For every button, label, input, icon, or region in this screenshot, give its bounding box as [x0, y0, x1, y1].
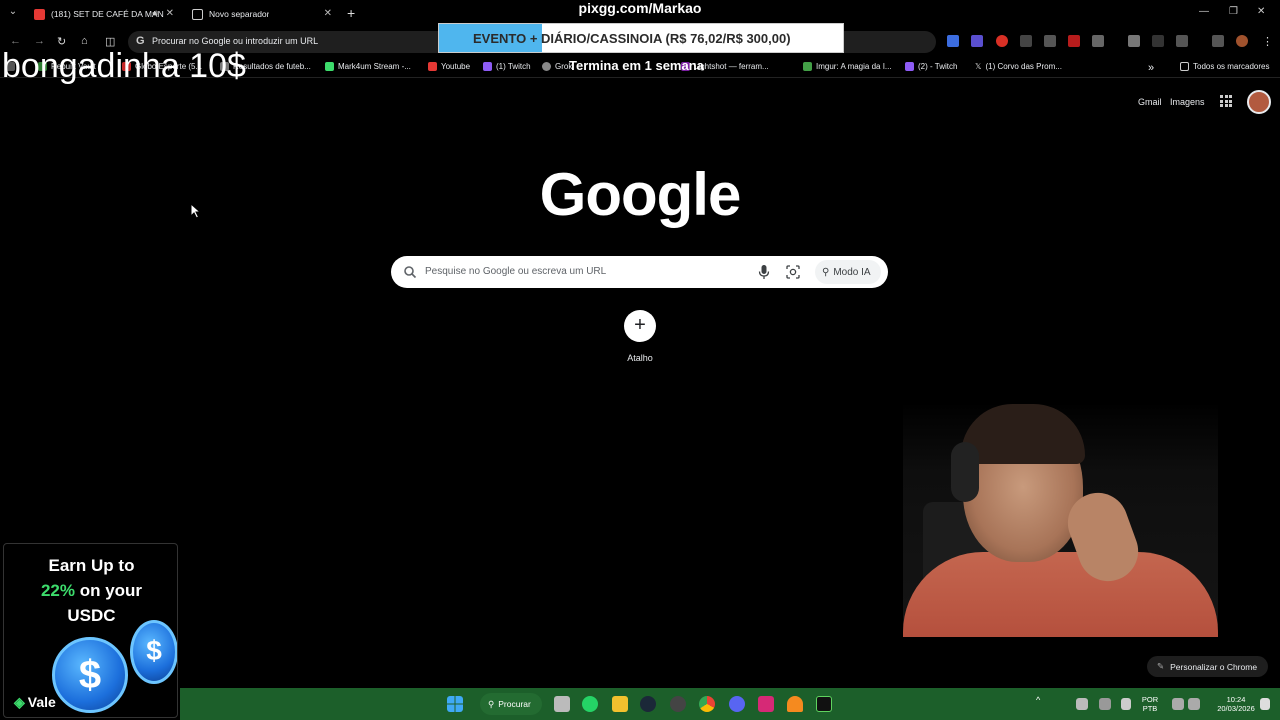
cast-icon[interactable]	[1176, 35, 1188, 47]
stream-overlay-donation-text: bongadinha 10$	[2, 47, 246, 85]
ad-highlight: 22%	[40, 581, 75, 600]
notifications-bell-icon[interactable]	[1260, 698, 1270, 710]
home-icon[interactable]: ⌂	[81, 35, 88, 47]
ad-brand: ◈ Vale	[14, 694, 56, 710]
google-lens-icon[interactable]	[785, 264, 801, 280]
network-icon[interactable]	[1172, 698, 1184, 710]
usdc-ad-overlay: Earn Up to 22% on your USDC $ $ ◈ Vale	[3, 543, 178, 718]
streamer-webcam	[903, 402, 1218, 637]
stream-overlay-countdown: Termina em 1 semana	[569, 58, 704, 73]
speaker-icon[interactable]	[1076, 698, 1088, 710]
ad-line-1: Earn Up to	[48, 556, 135, 575]
webcam-person-hair	[961, 404, 1085, 464]
whatsapp-icon[interactable]	[582, 696, 598, 712]
file-explorer-icon[interactable]	[612, 696, 628, 712]
clock[interactable]: 10:24 20/03/2026	[1212, 695, 1260, 713]
chrome-icon[interactable]	[699, 696, 715, 712]
bookmark-item[interactable]: Youtube	[428, 62, 470, 71]
profile-icon[interactable]	[1236, 35, 1248, 47]
bookmark-item[interactable]: Imgur: A magia da I...	[803, 62, 892, 71]
taskbar-search-label: Procurar	[498, 699, 531, 709]
omnibox-placeholder: Procurar no Google ou introduzir um URL	[152, 36, 319, 46]
bookmark-item[interactable]: Mark4um Stream -...	[325, 62, 411, 71]
customize-chrome-button[interactable]: ✎ Personalizar o Chrome	[1147, 656, 1268, 677]
event-banner: EVENTO + DIÁRIO/CASSINOIA (R$ 76,02/R$ 3…	[438, 23, 844, 53]
forward-icon[interactable]: →	[34, 35, 45, 47]
webcam-headset	[951, 442, 979, 502]
brand-logo-icon: ◈	[14, 694, 25, 710]
search-icon: ⚲	[488, 698, 495, 709]
ai-mode-label: Modo IA	[833, 266, 871, 278]
cloud-app-icon[interactable]	[787, 696, 803, 712]
app-icon[interactable]	[670, 696, 686, 712]
ad-line-2: 22% on your	[4, 581, 177, 601]
event-banner-text: EVENTO + DIÁRIO/CASSINOIA (R$ 76,02/R$ 3…	[473, 31, 791, 46]
windows-start-icon[interactable]	[447, 696, 463, 712]
obs-icon[interactable]	[816, 696, 832, 712]
steam-icon[interactable]	[640, 696, 656, 712]
task-view-icon[interactable]	[554, 696, 570, 712]
windows-taskbar: ⚲ Procurar ^ POR PTB 10:24 20/03/2026	[180, 688, 1280, 720]
webcam-person-body	[903, 552, 1218, 637]
pencil-icon: ✎	[1157, 661, 1165, 671]
back-icon[interactable]: ←	[10, 35, 21, 47]
discord-icon[interactable]	[729, 696, 745, 712]
instagram-icon[interactable]	[758, 696, 774, 712]
bookmark-item[interactable]: Grok	[542, 62, 572, 71]
bookmark-item[interactable]: (2) - Twitch	[905, 62, 957, 71]
extensions-puzzle-icon[interactable]	[1092, 35, 1104, 47]
account-avatar[interactable]	[1247, 90, 1271, 114]
bookmark-item[interactable]: 𝕏 (1) Corvo das Prom...	[975, 62, 1062, 71]
usdc-coin-icon: $	[52, 637, 128, 713]
extension-icon[interactable]	[1068, 35, 1080, 47]
download-icon[interactable]	[1128, 35, 1140, 47]
add-shortcut-button[interactable]: +	[624, 310, 656, 342]
x-icon: 𝕏	[975, 62, 982, 71]
gmail-link[interactable]: Gmail	[1138, 97, 1162, 107]
twitch-extension-icon[interactable]	[971, 35, 983, 47]
bookmark-item[interactable]: (1) Twitch	[483, 62, 531, 71]
images-link[interactable]: Imagens	[1170, 97, 1205, 107]
ad-line-2-rest: on your	[79, 581, 143, 600]
pen-icon[interactable]	[1099, 698, 1111, 710]
mouse-cursor-icon	[190, 203, 202, 219]
microphone-icon[interactable]	[757, 264, 771, 280]
extension-icon[interactable]	[1020, 35, 1032, 47]
search-icon	[404, 266, 417, 279]
extension-icon[interactable]	[947, 35, 959, 47]
volume-icon[interactable]	[1188, 698, 1200, 710]
search-placeholder: Pesquise no Google ou escreva um URL	[425, 266, 607, 277]
tray-chevron-icon[interactable]: ^	[1036, 696, 1040, 705]
extension-icon[interactable]	[996, 35, 1008, 47]
ai-mode-button[interactable]: ⚲ Modo IA	[815, 260, 881, 284]
google-apps-grid-icon[interactable]	[1220, 95, 1232, 107]
translate-icon[interactable]	[1152, 35, 1164, 47]
menu-kebab-icon[interactable]: ⋮	[1262, 35, 1273, 48]
more-bookmarks-chevron-icon[interactable]: »	[1148, 62, 1154, 74]
usdc-coin-icon: $	[130, 620, 177, 684]
language-indicator[interactable]: POR PTB	[1138, 695, 1162, 713]
stream-overlay-title: pixgg.com/Markao	[578, 0, 702, 16]
taskbar-search[interactable]: ⚲ Procurar	[480, 693, 542, 715]
media-icon[interactable]	[1212, 35, 1224, 47]
ai-search-sparkle-icon: ⚲	[822, 266, 830, 278]
microphone-icon[interactable]	[1121, 698, 1131, 710]
all-bookmarks[interactable]: Todos os marcadores	[1180, 62, 1269, 71]
add-shortcut-label: Atalho	[627, 353, 653, 363]
extension-icon[interactable]	[1044, 35, 1056, 47]
google-g-icon: G	[136, 35, 145, 47]
ntp-search-box[interactable]: Pesquise no Google ou escreva um URL ⚲ Mo…	[391, 256, 888, 288]
customize-label: Personalizar o Chrome	[1170, 661, 1258, 672]
